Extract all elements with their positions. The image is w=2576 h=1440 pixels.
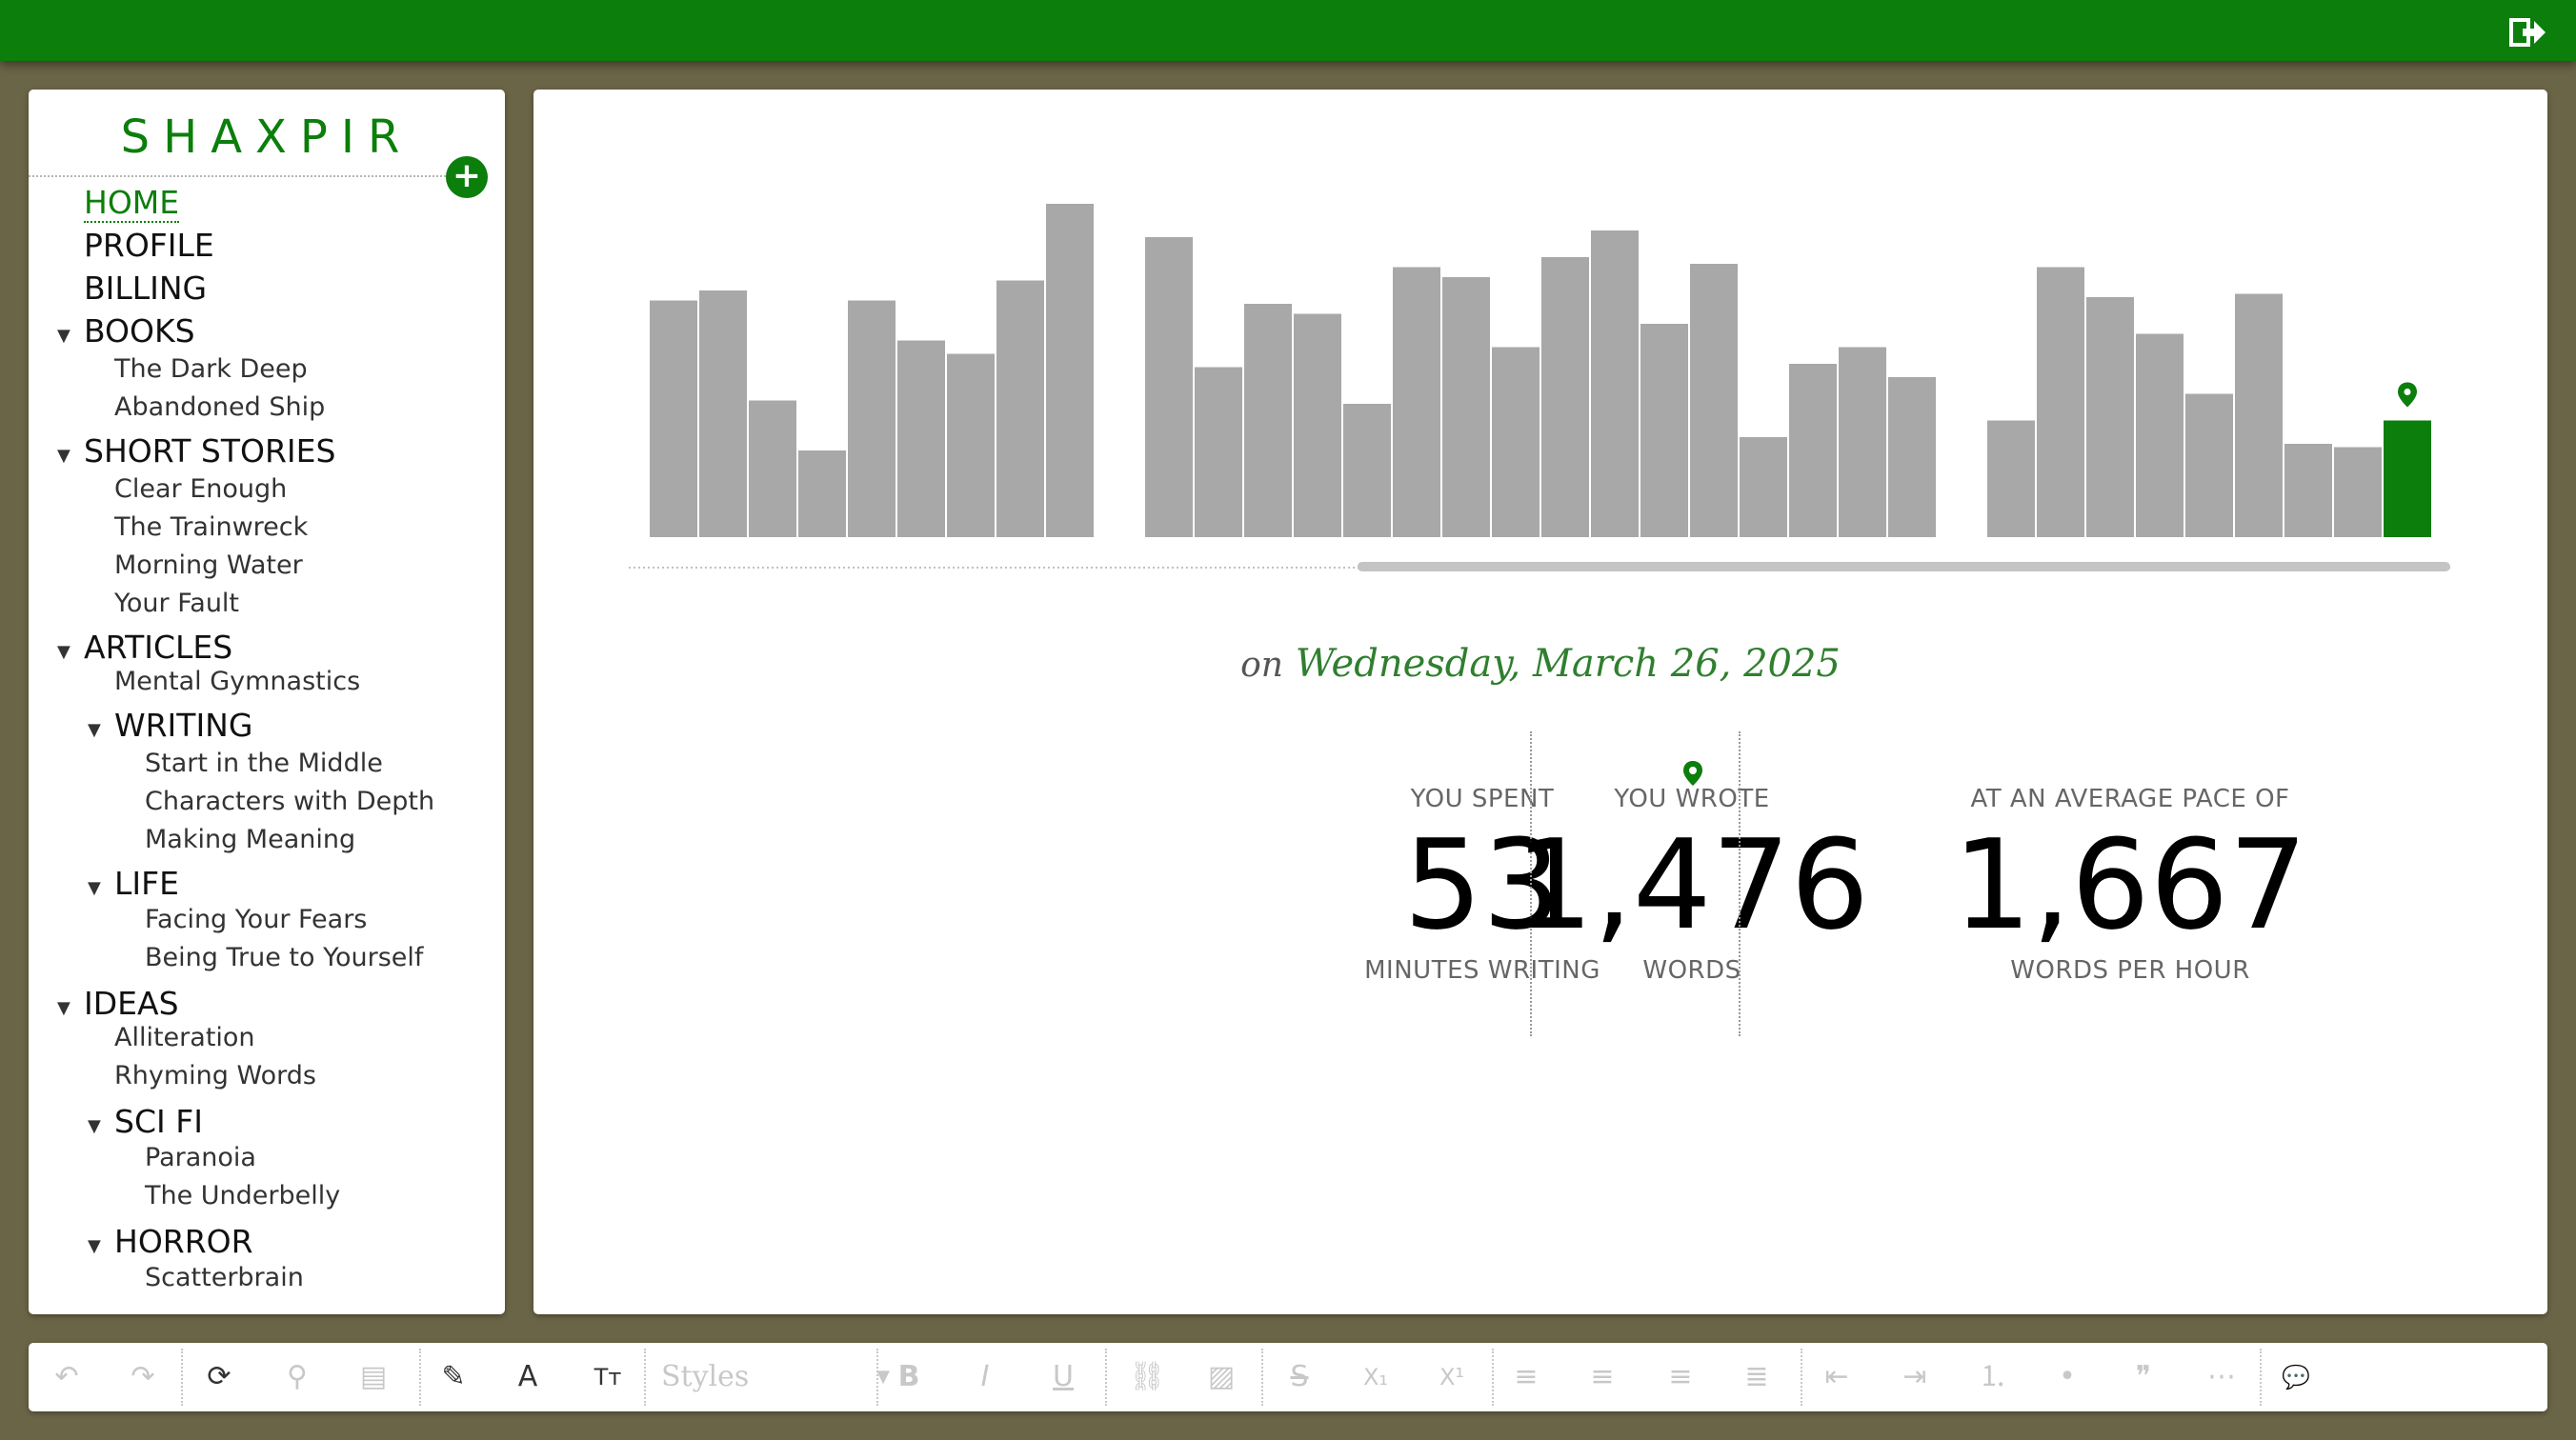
toolbar-separator bbox=[1261, 1349, 1263, 1406]
align-left-button[interactable]: ≡ bbox=[1504, 1356, 1548, 1398]
superscript-button[interactable]: X¹ bbox=[1430, 1356, 1474, 1398]
stat-label-top: YOU WROTE bbox=[1614, 785, 1770, 813]
sidebar-item-your-fault[interactable]: Your Fault bbox=[114, 589, 239, 618]
toolbar-separator bbox=[2260, 1349, 2262, 1406]
toolbar-separator bbox=[1105, 1349, 1107, 1406]
app-logo[interactable]: SHAXPIR bbox=[29, 110, 505, 164]
caret-down-icon[interactable]: ▼ bbox=[57, 642, 70, 662]
sidebar-item-alliteration[interactable]: Alliteration bbox=[114, 1023, 255, 1052]
words-value: 1,476 bbox=[1514, 812, 1870, 957]
stat-label-top: AT AN AVERAGE PACE OF bbox=[1970, 785, 2290, 813]
sidebar-item-the-dark-deep[interactable]: The Dark Deep bbox=[114, 354, 308, 384]
search-button[interactable]: ⚲ bbox=[275, 1356, 319, 1398]
toolbar-separator bbox=[181, 1349, 183, 1406]
main-panel: on Wednesday, March 26, 2025 YOU SPENT 5… bbox=[533, 90, 2547, 1314]
sidebar-item-being-true-to-yourself[interactable]: Being True to Yourself bbox=[145, 943, 423, 972]
caret-down-icon[interactable]: ▼ bbox=[88, 1116, 101, 1136]
stat-label-bottom: WORDS PER HOUR bbox=[2010, 956, 2250, 985]
toolbar-separator bbox=[1801, 1349, 1802, 1406]
strikethrough-button[interactable]: S bbox=[1278, 1356, 1321, 1398]
numbered-list-button[interactable]: ⒈ bbox=[1971, 1356, 2015, 1398]
sidebar-item-morning-water[interactable]: Morning Water bbox=[114, 550, 303, 580]
font-size-button[interactable]: Tт bbox=[586, 1356, 630, 1398]
align-right-button[interactable]: ≡ bbox=[1659, 1356, 1702, 1398]
outdent-button[interactable]: ⇤ bbox=[1815, 1356, 1859, 1398]
quote-button[interactable]: ❞ bbox=[2122, 1356, 2165, 1398]
map-pin-icon bbox=[1683, 761, 1702, 786]
sidebar-item-facing-your-fears[interactable]: Facing Your Fears bbox=[145, 905, 367, 934]
notebook-button[interactable]: ▤ bbox=[352, 1356, 395, 1398]
caret-down-icon[interactable]: ▼ bbox=[57, 998, 70, 1018]
stat-divider bbox=[1739, 731, 1741, 1036]
sidebar-item-profile[interactable]: PROFILE bbox=[84, 227, 214, 264]
stats-row: YOU SPENT 53 MINUTES WRITING YOU WROTE 1… bbox=[533, 90, 2547, 1314]
sidebar-item-scatterbrain[interactable]: Scatterbrain bbox=[145, 1263, 304, 1292]
italic-button[interactable]: I bbox=[963, 1356, 1007, 1398]
refresh-button[interactable]: ⟳ bbox=[197, 1356, 241, 1398]
words-written-stat: YOU WROTE 1,476 WORDS bbox=[1501, 785, 1882, 985]
sidebar-item-billing[interactable]: BILLING bbox=[84, 270, 207, 307]
sidebar-item-books[interactable]: BOOKS bbox=[84, 312, 195, 350]
sidebar-item-writing[interactable]: WRITING bbox=[114, 707, 252, 744]
sidebar-item-clear-enough[interactable]: Clear Enough bbox=[114, 474, 287, 504]
sidebar-item-short-stories[interactable]: SHORT STORIES bbox=[84, 432, 335, 470]
caret-down-icon[interactable]: ▼ bbox=[57, 326, 70, 346]
sidebar-item-characters-with-depth[interactable]: Characters with Depth bbox=[145, 787, 434, 816]
more-button[interactable]: ⋯ bbox=[2200, 1356, 2244, 1398]
highlighter-button[interactable]: ✎ bbox=[432, 1356, 475, 1398]
link-button[interactable]: ⛓ bbox=[1125, 1356, 1169, 1398]
underline-button[interactable]: U bbox=[1041, 1356, 1085, 1398]
caret-down-icon[interactable]: ▼ bbox=[88, 1236, 101, 1256]
logo-divider bbox=[29, 175, 476, 177]
sidebar-item-the-underbelly[interactable]: The Underbelly bbox=[145, 1181, 340, 1210]
toolbar-separator bbox=[1492, 1349, 1494, 1406]
sidebar-item-rhyming-words[interactable]: Rhyming Words bbox=[114, 1061, 316, 1090]
subscript-button[interactable]: X₁ bbox=[1354, 1356, 1398, 1398]
toolbar-separator bbox=[876, 1349, 878, 1406]
sidebar-item-articles[interactable]: ARTICLES bbox=[84, 629, 232, 666]
sidebar-item-home[interactable]: HOME bbox=[84, 184, 180, 223]
sidebar-item-sci-fi[interactable]: SCI FI bbox=[114, 1103, 203, 1140]
sidebar-item-making-meaning[interactable]: Making Meaning bbox=[145, 825, 355, 854]
align-justify-button[interactable]: ≣ bbox=[1735, 1356, 1779, 1398]
sidebar-item-horror[interactable]: HORROR bbox=[114, 1223, 253, 1260]
caret-down-icon[interactable]: ▼ bbox=[88, 720, 101, 740]
sidebar-item-ideas[interactable]: IDEAS bbox=[84, 985, 179, 1022]
redo-button[interactable]: ↷ bbox=[121, 1356, 165, 1398]
bullet-list-button[interactable]: • bbox=[2045, 1356, 2089, 1398]
sidebar-item-paranoia[interactable]: Paranoia bbox=[145, 1143, 256, 1172]
stat-label-bottom: WORDS bbox=[1642, 956, 1741, 985]
sidebar-item-life[interactable]: LIFE bbox=[114, 865, 179, 902]
pace-stat: AT AN AVERAGE PACE OF 1,667 WORDS PER HO… bbox=[1882, 785, 2378, 985]
sidebar: SHAXPIR + HOME PROFILE BILLING BOOKS ▼ The Da… bbox=[29, 90, 505, 1314]
sidebar-item-the-trainwreck[interactable]: The Trainwreck bbox=[114, 512, 308, 542]
toolbar-separator bbox=[644, 1349, 646, 1406]
font-color-button[interactable]: A bbox=[506, 1356, 550, 1398]
caret-down-icon[interactable]: ▼ bbox=[88, 878, 101, 898]
sidebar-item-start-in-the-middle[interactable]: Start in the Middle bbox=[145, 749, 383, 778]
logout-icon[interactable] bbox=[2509, 17, 2547, 48]
sidebar-item-mental-gymnastics[interactable]: Mental Gymnastics bbox=[114, 667, 360, 696]
toolbar-separator bbox=[419, 1349, 421, 1406]
add-document-button[interactable]: + bbox=[446, 156, 488, 198]
image-button[interactable]: ▨ bbox=[1199, 1356, 1243, 1398]
styles-placeholder: Styles bbox=[661, 1360, 750, 1393]
bold-button[interactable]: B bbox=[887, 1356, 931, 1398]
pace-value: 1,667 bbox=[1952, 812, 2308, 957]
editor-toolbar: Styles ▼ ↶ ↷ ⟳ ⚲ ▤ ✎ A Tт B I U ⛓ ▨ S X₁ X¹ ≡ ≡ ≡ ≣ ⇤ ⇥ ⒈ • ❞ ⋯ 💬 bbox=[29, 1343, 2547, 1411]
undo-button[interactable]: ↶ bbox=[45, 1356, 89, 1398]
comment-button[interactable]: 💬 bbox=[2274, 1356, 2318, 1398]
styles-dropdown[interactable]: Styles ▼ bbox=[657, 1356, 896, 1398]
align-center-button[interactable]: ≡ bbox=[1580, 1356, 1624, 1398]
indent-button[interactable]: ⇥ bbox=[1893, 1356, 1937, 1398]
top-bar bbox=[0, 0, 2576, 61]
sidebar-item-abandoned-ship[interactable]: Abandoned Ship bbox=[114, 392, 325, 422]
caret-down-icon[interactable]: ▼ bbox=[57, 446, 70, 466]
